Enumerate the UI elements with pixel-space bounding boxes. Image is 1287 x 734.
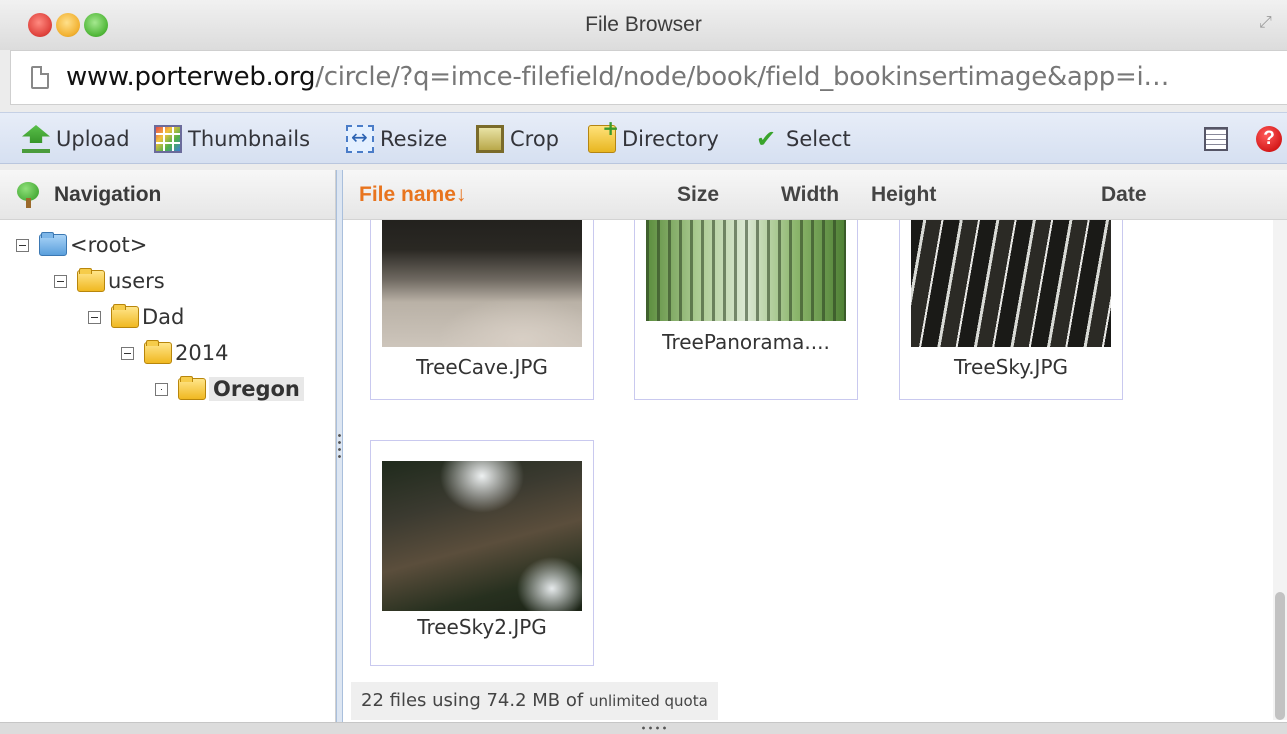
file-name: TreeSky.JPG [953, 355, 1069, 379]
window-title: File Browser [585, 13, 702, 36]
url-host: www.porterweb.org [66, 62, 316, 92]
thumbnails-label: Thumbnails [188, 127, 311, 151]
tree-node-label[interactable]: users [108, 269, 165, 293]
window-titlebar: File Browser ⤢ [0, 0, 1287, 50]
tree-node-2014[interactable]: 2014 [121, 338, 228, 368]
tree-node-root[interactable]: <root> [16, 230, 147, 260]
crop-button[interactable]: Crop [476, 123, 559, 155]
url-path: /circle/?q=imce-filefield/node/book/fiel… [315, 62, 1170, 92]
tree-node-label[interactable]: <root> [70, 233, 147, 257]
collapse-icon[interactable] [54, 274, 67, 288]
directory-label: Directory [622, 127, 719, 151]
scrollbar-thumb[interactable] [1275, 592, 1285, 720]
tree-node-label[interactable]: Dad [142, 305, 184, 329]
navigation-title: Navigation [54, 182, 162, 206]
crop-label: Crop [510, 127, 560, 151]
tree-node-dad[interactable]: Dad [88, 302, 184, 332]
file-name: TreePanorama.... [662, 330, 830, 354]
help-icon[interactable]: ? [1256, 126, 1282, 152]
upload-icon [22, 125, 50, 153]
navigation-pane: Navigation <root> users Dad 2014 Oregon [0, 170, 336, 722]
file-name: TreeCave.JPG [416, 355, 548, 379]
collapse-icon[interactable] [121, 346, 134, 360]
column-date[interactable]: Date [1101, 183, 1147, 207]
crop-icon [476, 125, 504, 153]
folder-tree: <root> users Dad 2014 Oregon [0, 220, 335, 720]
tree-node-label[interactable]: 2014 [175, 341, 228, 365]
url-bar[interactable]: www.porterweb.org/circle/?q=imce-filefie… [10, 50, 1287, 105]
resize-label: Resize [380, 127, 448, 151]
select-label: Select [786, 127, 851, 151]
thumbnails-icon [154, 125, 182, 153]
thumbnail-image [911, 220, 1111, 347]
pane-splitter[interactable] [336, 170, 343, 722]
column-width[interactable]: Width [781, 183, 839, 207]
leaf-icon [155, 382, 168, 396]
fullscreen-icon[interactable]: ⤢ [1259, 14, 1277, 32]
select-button[interactable]: ✔ Select [752, 123, 851, 155]
tree-node-users[interactable]: users [54, 266, 165, 296]
folder-icon [39, 232, 67, 256]
column-size[interactable]: Size [677, 183, 719, 207]
navigation-header: Navigation [0, 170, 335, 220]
file-thumbnail[interactable]: TreePanorama.... [634, 220, 858, 400]
log-icon[interactable] [1204, 127, 1228, 151]
tree-icon [16, 181, 40, 208]
tree-node-label[interactable]: Oregon [209, 377, 304, 401]
folder-icon [111, 304, 139, 328]
vertical-scrollbar[interactable] [1273, 220, 1287, 720]
file-pane: File name↓ Size Width Height Date TreeCa… [343, 170, 1287, 722]
thumbnail-image [382, 461, 582, 611]
thumbnails-button[interactable]: Thumbnails [154, 123, 310, 155]
quota-text: unlimited quota [588, 692, 708, 710]
upload-button[interactable]: Upload [22, 123, 130, 155]
tree-node-oregon[interactable]: Oregon [155, 374, 304, 404]
quota-status: 22 files using 74.2 MB of unlimited quot… [351, 682, 718, 720]
url-text[interactable]: www.porterweb.org/circle/?q=imce-filefie… [66, 62, 1169, 92]
file-thumbnail[interactable]: TreeSky.JPG [899, 220, 1123, 400]
resize-icon [346, 125, 374, 153]
new-directory-icon [588, 116, 619, 153]
file-list-header: File name↓ Size Width Height Date [343, 170, 1287, 220]
column-height[interactable]: Height [871, 183, 936, 207]
toolbar: Upload Thumbnails Resize Crop Directory … [0, 112, 1287, 164]
folder-icon [77, 268, 105, 292]
grip-icon [640, 725, 670, 731]
thumbnail-image [646, 220, 846, 321]
file-thumbnail[interactable]: TreeCave.JPG [370, 220, 594, 400]
upload-label: Upload [56, 127, 130, 151]
grip-icon [338, 432, 341, 460]
collapse-icon[interactable] [88, 310, 101, 324]
directory-button[interactable]: Directory [588, 116, 719, 155]
page-icon [31, 66, 49, 89]
file-name: TreeSky2.JPG [417, 615, 547, 639]
checkmark-icon: ✔ [755, 125, 777, 153]
thumbnail-image [382, 220, 582, 347]
folder-icon [178, 376, 206, 400]
file-thumbnail[interactable]: TreeSky2.JPG [370, 440, 594, 666]
thumbnail-grid: TreeCave.JPG TreePanorama.... TreeSky.JP… [343, 220, 1273, 670]
folder-icon [144, 340, 172, 364]
collapse-icon[interactable] [16, 238, 29, 252]
status-text: 22 files using 74.2 MB of [361, 690, 584, 711]
column-file-name[interactable]: File name↓ [359, 183, 466, 207]
bottom-resize-bar[interactable] [0, 722, 1287, 734]
resize-button[interactable]: Resize [346, 123, 447, 155]
